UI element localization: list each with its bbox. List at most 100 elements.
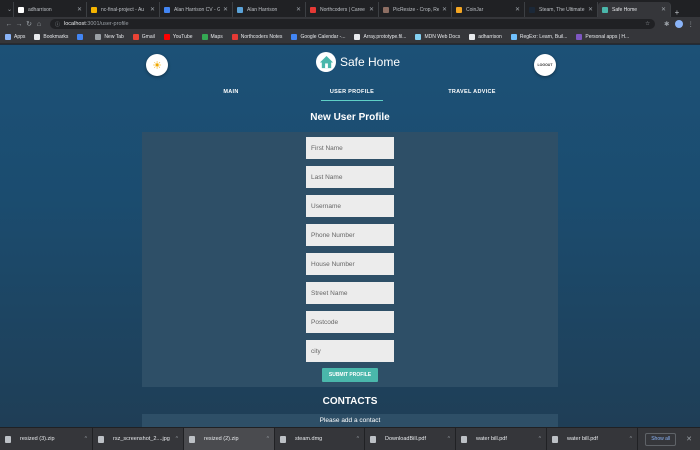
close-icon[interactable]: ✕: [661, 6, 666, 13]
browser-tab-0[interactable]: adharrison ✕: [14, 2, 87, 17]
bookmark-star-icon[interactable]: ☆: [645, 21, 650, 27]
browser-tab-7[interactable]: Steam, The Ultimate ✕: [525, 2, 598, 17]
bookmark-array-filter[interactable]: Array.prototype.fil...: [354, 34, 406, 40]
home-icon[interactable]: ⌂: [34, 21, 44, 28]
bookmark-label: Google Calendar -...: [300, 34, 346, 40]
forward-icon[interactable]: →: [14, 21, 24, 28]
app-page: ☀ Safe Home LOGOUT MAIN USER PROFILE TRA…: [0, 45, 700, 427]
browser-tab-4[interactable]: Northcoders | Caree ✕: [306, 2, 379, 17]
postcode-field[interactable]: [306, 311, 394, 333]
avatar[interactable]: [674, 20, 683, 28]
city-field[interactable]: [306, 340, 394, 362]
tab-search-icon[interactable]: ⌄: [0, 2, 14, 17]
close-icon[interactable]: ✕: [686, 435, 692, 443]
chevron-up-icon[interactable]: ^: [176, 436, 178, 442]
username-field[interactable]: [306, 195, 394, 217]
browser-tab-2[interactable]: Alan Harrison CV - G ✕: [160, 2, 233, 17]
mdn-icon: [415, 34, 422, 40]
chevron-up-icon[interactable]: ^: [448, 436, 450, 442]
bookmark-label: Personal apps | H...: [585, 34, 630, 40]
tab-label: Alan Harrison: [247, 6, 278, 13]
bookmark-new-tab[interactable]: New Tab: [95, 34, 124, 40]
download-filename: water bill.pdf: [476, 436, 507, 442]
download-item[interactable]: steam.dmg ^: [275, 427, 365, 450]
browser-tab-8[interactable]: Safe Home ✕: [598, 2, 671, 17]
close-icon[interactable]: ✕: [150, 6, 155, 13]
bookmark-regexr[interactable]: RegExr: Learn, Buil...: [510, 34, 567, 40]
close-icon[interactable]: ✕: [223, 6, 228, 13]
favicon-icon: [383, 6, 389, 13]
extensions-icon[interactable]: ✱: [664, 20, 669, 28]
close-icon[interactable]: ✕: [369, 6, 374, 13]
address-bar[interactable]: ⓘ localhost:3001/user-profile ☆: [50, 19, 655, 29]
file-icon: [98, 435, 104, 443]
apps-grid-icon: [5, 34, 11, 40]
bookmark-maps[interactable]: Maps: [201, 34, 223, 40]
bookmark-apps[interactable]: Apps: [5, 34, 25, 40]
bookmark-github[interactable]: adharrison: [469, 34, 502, 40]
bookmark-gmail[interactable]: Gmail: [132, 34, 155, 40]
document-icon: [354, 34, 361, 40]
chevron-up-icon[interactable]: ^: [539, 436, 541, 442]
browser-tab-1[interactable]: nc-final-project - Au ✕: [87, 2, 160, 17]
show-all-button[interactable]: Show all: [645, 432, 677, 446]
star-icon: [34, 34, 41, 40]
browser-tab-3[interactable]: Alan Harrison ✕: [233, 2, 306, 17]
chevron-up-icon[interactable]: ^: [630, 436, 632, 442]
bookmark-mdn[interactable]: MDN Web Docs: [415, 34, 460, 40]
phone-number-field[interactable]: [306, 224, 394, 246]
bookmark-calendar[interactable]: Google Calendar -...: [291, 34, 345, 40]
bookmark-youtube[interactable]: YouTube: [163, 34, 193, 40]
close-icon[interactable]: ✕: [515, 6, 520, 13]
street-name-field[interactable]: [306, 282, 394, 304]
github-icon: [469, 34, 476, 40]
browser-tab-5[interactable]: PicResize - Crop, Re ✕: [379, 2, 452, 17]
bookmark-northcoders[interactable]: Northcoders Notes: [231, 34, 282, 40]
theme-toggle-button[interactable]: ☀: [146, 54, 168, 76]
menu-icon[interactable]: ⋮: [688, 20, 695, 28]
youtube-icon: [163, 34, 170, 40]
back-icon[interactable]: ←: [4, 21, 14, 28]
bookmark-personal-apps[interactable]: Personal apps | H...: [576, 34, 629, 40]
download-item[interactable]: DownloadBill.pdf ^: [365, 427, 456, 450]
download-item[interactable]: rsz_screenshot_2....jpg ^: [93, 427, 184, 450]
bookmark-label: adharrison: [478, 34, 502, 40]
new-tab-icon[interactable]: +: [671, 8, 683, 17]
bookmark-favicon-icon: [77, 34, 84, 40]
contacts-empty-message: Please add a contact: [319, 417, 381, 424]
chevron-up-icon[interactable]: ^: [85, 436, 87, 442]
tab-main[interactable]: MAIN: [212, 89, 250, 95]
tab-user-profile[interactable]: USER PROFILE: [321, 89, 383, 101]
bookmarks-bar: Apps Bookmarks New Tab Gmail YouTube Map…: [0, 31, 700, 44]
chevron-up-icon[interactable]: ^: [267, 436, 269, 442]
download-filename: water bill.pdf: [567, 436, 598, 442]
close-icon[interactable]: ✕: [442, 6, 447, 13]
address-toolbar: ← → ↻ ⌂ ⓘ localhost:3001/user-profile ☆ …: [0, 17, 700, 31]
close-icon[interactable]: ✕: [588, 6, 593, 13]
tab-label: Alan Harrison CV - G: [174, 6, 220, 13]
download-filename: resized (2).zip: [204, 436, 239, 442]
chevron-up-icon[interactable]: ^: [357, 436, 359, 442]
download-item[interactable]: water bill.pdf ^: [547, 427, 638, 450]
house-number-field[interactable]: [306, 253, 394, 275]
globe-icon: [95, 34, 102, 40]
reload-icon[interactable]: ↻: [24, 20, 34, 28]
download-item[interactable]: resized (2).zip ^: [184, 427, 275, 450]
coin-icon: [456, 6, 462, 13]
browser-tab-strip: ⌄ adharrison ✕ nc-final-project - Au ✕ Ala…: [0, 0, 700, 17]
bookmark-label: Bookmarks: [43, 34, 69, 40]
info-icon[interactable]: ⓘ: [55, 21, 60, 28]
download-item[interactable]: water bill.pdf ^: [456, 427, 547, 450]
bookmark-bookmarks[interactable]: Bookmarks: [34, 34, 68, 40]
close-icon[interactable]: ✕: [296, 6, 301, 13]
first-name-field[interactable]: [306, 137, 394, 159]
file-icon: [280, 435, 286, 443]
close-icon[interactable]: ✕: [77, 6, 82, 13]
bookmark-icon-only[interactable]: [77, 34, 86, 40]
download-item[interactable]: resized (3).zip ^: [0, 427, 93, 450]
submit-profile-button[interactable]: SUBMIT PROFILE: [322, 368, 378, 382]
tab-travel-advice[interactable]: TRAVEL ADVICE: [440, 89, 504, 95]
last-name-field[interactable]: [306, 166, 394, 188]
logout-button[interactable]: LOGOUT: [534, 54, 556, 76]
browser-tab-6[interactable]: CoinJar ✕: [452, 2, 525, 17]
